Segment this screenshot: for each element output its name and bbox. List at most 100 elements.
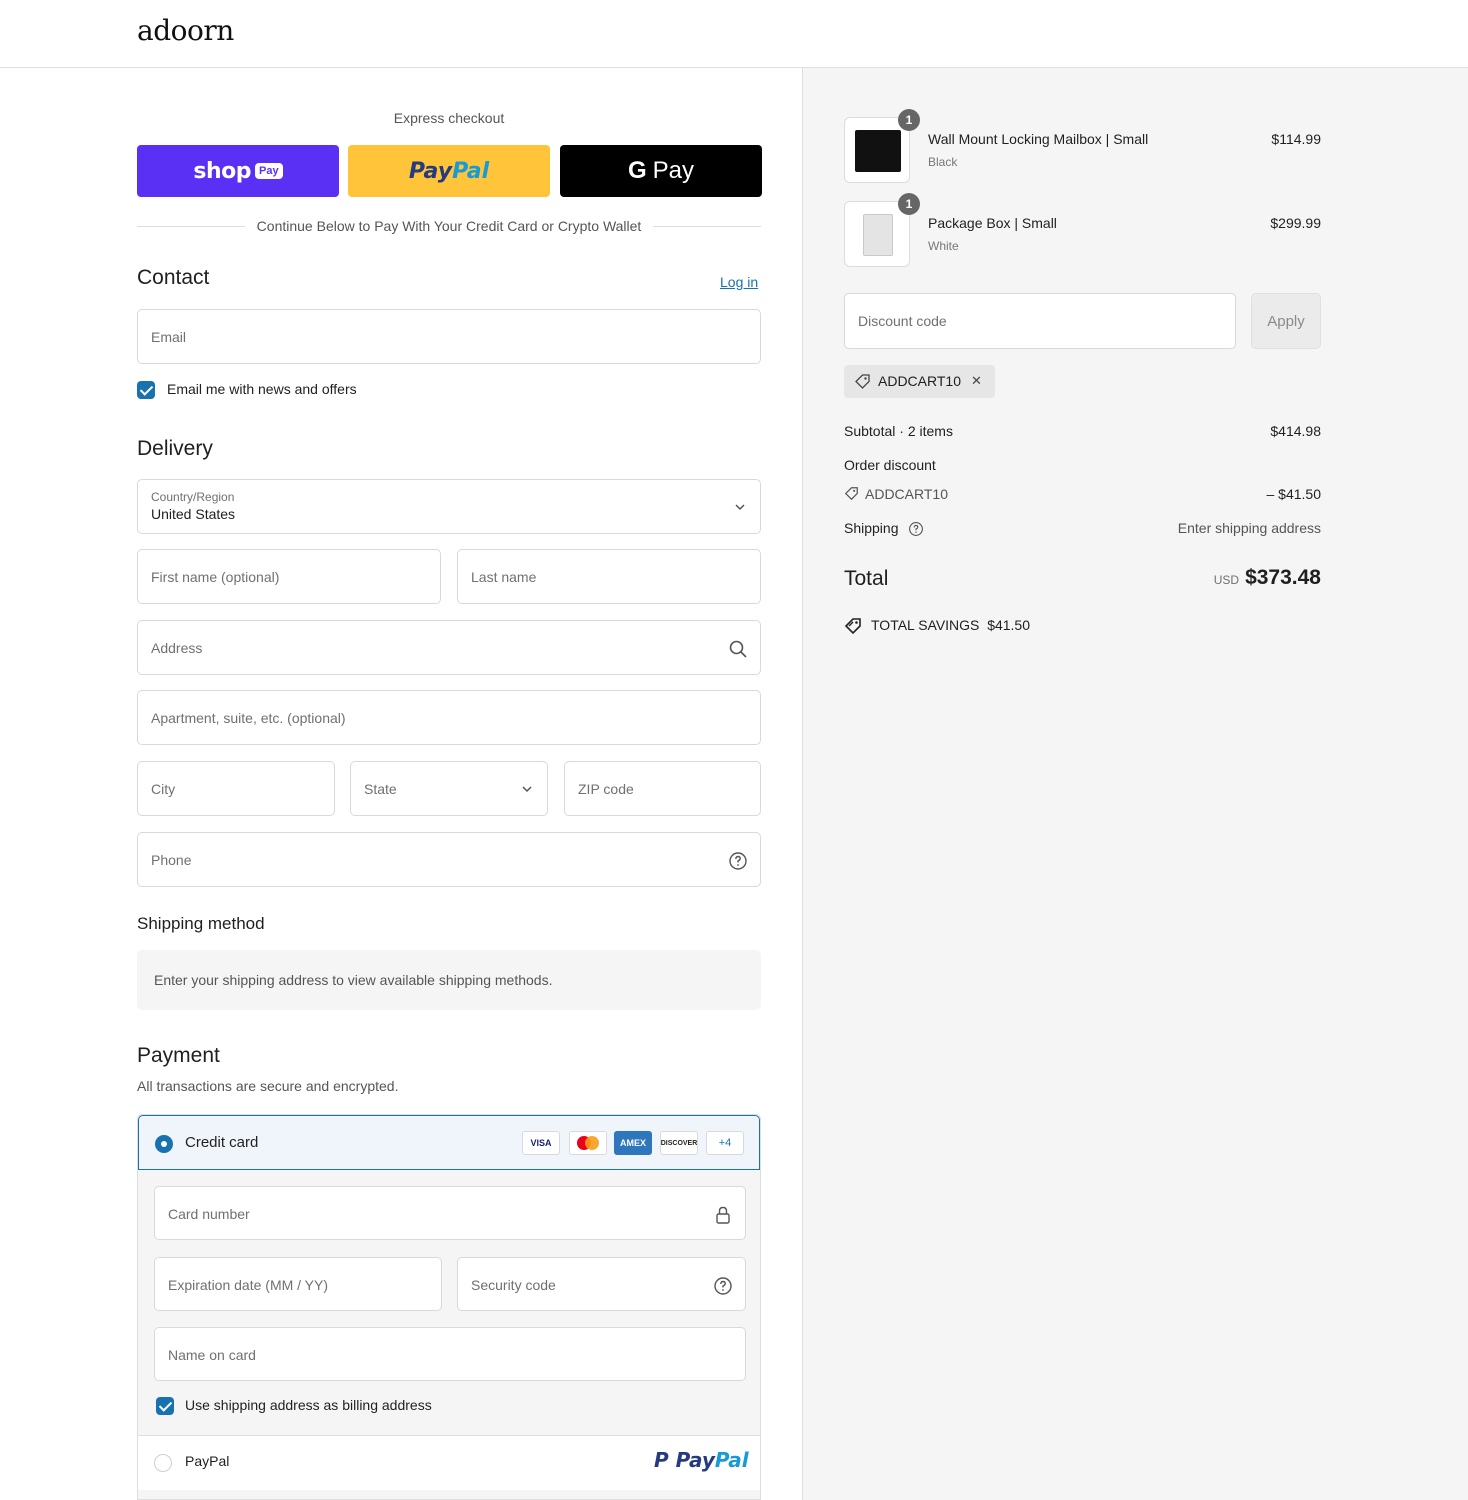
state-select[interactable]: State bbox=[350, 761, 548, 816]
payment-subtitle: All transactions are secure and encrypte… bbox=[137, 1078, 399, 1094]
billing-same-label: Use shipping address as billing address bbox=[185, 1397, 432, 1413]
order-discount-code: ADDCART10 bbox=[865, 486, 948, 502]
applied-discount-code: ADDCART10 bbox=[878, 373, 961, 389]
paypal-wordmark: PayPal bbox=[408, 158, 490, 184]
paypal-option[interactable]: PayPal P PayPal bbox=[138, 1435, 760, 1490]
security-code-placeholder: Security code bbox=[471, 1277, 556, 1293]
first-name-field[interactable]: First name (optional) bbox=[137, 549, 441, 604]
shipping-method-info-text: Enter your shipping address to view avai… bbox=[154, 972, 553, 988]
paypal-logo: P PayPal bbox=[654, 1448, 749, 1472]
cart-item-name: Package Box | Small bbox=[928, 215, 1057, 231]
discount-code-field[interactable]: Discount code bbox=[844, 293, 1236, 349]
state-placeholder: State bbox=[364, 781, 397, 797]
order-discount-label: Order discount bbox=[844, 457, 936, 473]
shop-pay-tag: Pay bbox=[255, 163, 283, 179]
expiration-field[interactable]: Expiration date (MM / YY) bbox=[154, 1257, 442, 1311]
login-link[interactable]: Log in bbox=[720, 274, 758, 290]
total-amount: USD $373.48 bbox=[1121, 566, 1321, 590]
more-cards-badge: +4 bbox=[706, 1131, 744, 1155]
order-summary-panel bbox=[802, 68, 1468, 1500]
total-value: $373.48 bbox=[1245, 566, 1321, 589]
phone-field[interactable]: Phone bbox=[137, 832, 761, 887]
city-placeholder: City bbox=[151, 781, 176, 797]
credit-card-label: Credit card bbox=[185, 1134, 259, 1151]
delivery-title: Delivery bbox=[137, 437, 213, 460]
address-field[interactable]: Address bbox=[137, 620, 761, 675]
shipping-method-info: Enter your shipping address to view avai… bbox=[137, 950, 761, 1010]
zip-placeholder: ZIP code bbox=[578, 781, 634, 797]
savings-tag-icon bbox=[844, 618, 861, 635]
package-box-image bbox=[863, 214, 893, 256]
order-discount-value: – $41.50 bbox=[1266, 486, 1322, 502]
google-g-icon: G bbox=[627, 157, 647, 184]
quantity-badge: 1 bbox=[898, 109, 920, 131]
paypal-option-label: PayPal bbox=[185, 1453, 230, 1469]
city-field[interactable]: City bbox=[137, 761, 335, 816]
total-savings-value: $41.50 bbox=[987, 617, 1031, 633]
billing-same-checkbox[interactable] bbox=[156, 1397, 174, 1415]
last-name-placeholder: Last name bbox=[471, 569, 537, 585]
newsletter-checkbox[interactable] bbox=[137, 381, 155, 399]
paypal-radio[interactable] bbox=[154, 1454, 172, 1472]
credit-card-radio[interactable] bbox=[155, 1135, 173, 1153]
visa-icon: VISA bbox=[522, 1131, 560, 1155]
help-circle-icon[interactable] bbox=[908, 521, 924, 537]
chevron-down-icon bbox=[522, 786, 532, 793]
header: adoorn bbox=[0, 0, 1468, 68]
shipping-method-title: Shipping method bbox=[137, 914, 265, 933]
expiration-placeholder: Expiration date (MM / YY) bbox=[168, 1277, 329, 1293]
brand-logo[interactable]: adoorn bbox=[137, 14, 234, 47]
express-checkout-title: Express checkout bbox=[393, 110, 505, 126]
phone-placeholder: Phone bbox=[151, 852, 192, 868]
applied-discount-chip: ADDCART10 ✕ bbox=[844, 365, 995, 398]
cart-item-variant: Black bbox=[928, 155, 958, 169]
paypal-express-button[interactable]: PayPal bbox=[348, 145, 550, 197]
shop-pay-wordmark: shop bbox=[193, 158, 252, 184]
remove-discount-icon[interactable]: ✕ bbox=[971, 373, 982, 389]
help-circle-icon[interactable] bbox=[713, 1276, 733, 1296]
card-number-placeholder: Card number bbox=[168, 1206, 250, 1222]
card-number-field[interactable]: Card number bbox=[154, 1186, 746, 1240]
email-placeholder: Email bbox=[151, 329, 187, 345]
payment-options: Credit card VISA AMEX DISCOVER +4 Card n… bbox=[137, 1114, 761, 1500]
contact-title: Contact bbox=[137, 266, 210, 289]
google-pay-wordmark: G Pay bbox=[627, 157, 695, 184]
subtotal-value: $414.98 bbox=[1270, 423, 1321, 439]
tag-icon bbox=[844, 487, 858, 501]
help-circle-icon[interactable] bbox=[728, 851, 748, 871]
cart-item-name: Wall Mount Locking Mailbox | Small bbox=[928, 131, 1149, 147]
name-on-card-field[interactable]: Name on card bbox=[154, 1327, 746, 1381]
country-label: Country/Region bbox=[151, 490, 235, 504]
name-on-card-placeholder: Name on card bbox=[168, 1347, 256, 1363]
google-pay-button[interactable]: G Pay bbox=[560, 145, 762, 197]
email-field[interactable]: Email bbox=[137, 309, 761, 364]
quantity-badge: 1 bbox=[898, 193, 920, 215]
total-label: Total bbox=[844, 567, 889, 590]
last-name-field[interactable]: Last name bbox=[457, 549, 761, 604]
apartment-field[interactable]: Apartment, suite, etc. (optional) bbox=[137, 690, 761, 745]
tag-icon bbox=[855, 374, 870, 389]
search-icon bbox=[729, 640, 747, 658]
currency-code: USD bbox=[1213, 573, 1240, 587]
apply-discount-button[interactable]: Apply bbox=[1251, 293, 1321, 349]
shipping-label: Shipping bbox=[844, 520, 899, 536]
address-placeholder: Address bbox=[151, 640, 203, 656]
country-select[interactable]: Country/Region United States bbox=[137, 479, 761, 534]
lock-icon bbox=[716, 1206, 730, 1224]
express-divider-text: Continue Below to Pay With Your Credit C… bbox=[137, 218, 761, 234]
security-code-field[interactable]: Security code bbox=[457, 1257, 746, 1311]
first-name-placeholder: First name (optional) bbox=[151, 569, 280, 585]
discount-code-placeholder: Discount code bbox=[858, 313, 947, 329]
total-savings-label: TOTAL SAVINGS bbox=[871, 617, 980, 633]
chevron-down-icon bbox=[735, 504, 745, 511]
cart-item-price: $299.99 bbox=[1270, 215, 1321, 231]
cart-item-variant: White bbox=[928, 239, 959, 253]
total-savings: TOTAL SAVINGS $41.50 bbox=[871, 617, 1030, 633]
amex-icon: AMEX bbox=[614, 1131, 652, 1155]
apartment-placeholder: Apartment, suite, etc. (optional) bbox=[151, 710, 346, 726]
shop-pay-button[interactable]: shop Pay bbox=[137, 145, 339, 197]
country-value: United States bbox=[151, 506, 236, 522]
credit-card-option[interactable]: Credit card VISA AMEX DISCOVER +4 bbox=[138, 1115, 760, 1170]
mailbox-image bbox=[855, 130, 901, 172]
zip-field[interactable]: ZIP code bbox=[564, 761, 761, 816]
